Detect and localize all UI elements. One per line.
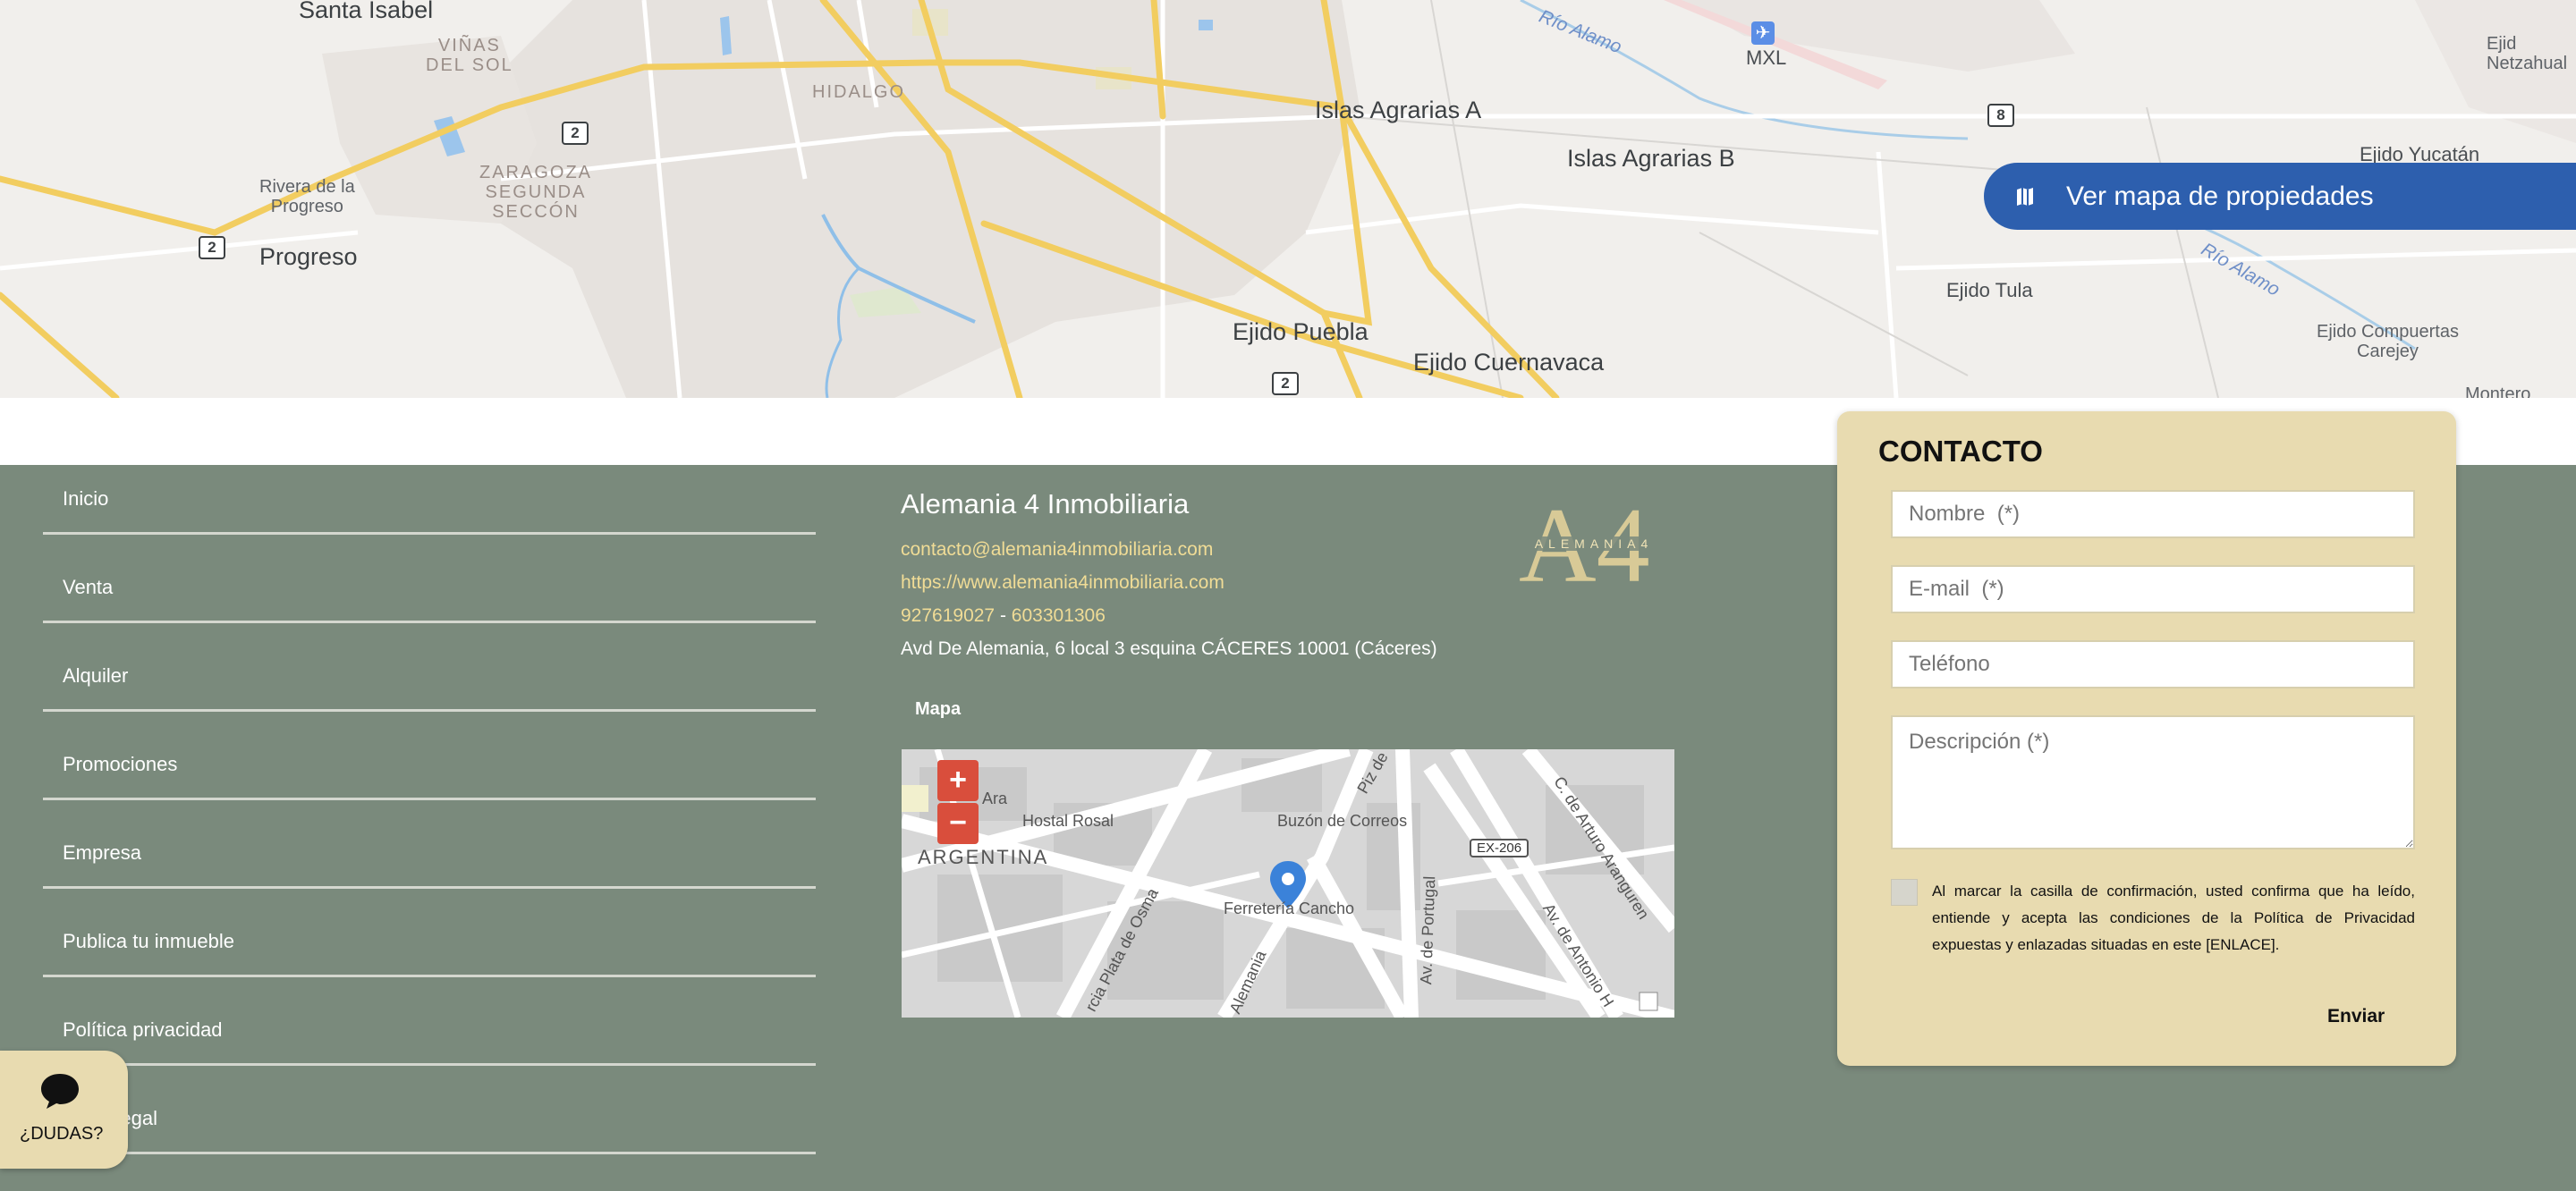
description-textarea[interactable] [1891, 715, 2415, 849]
zoom-out-button[interactable]: − [937, 803, 979, 844]
mini-map-label-ferreteria-cancho: Ferretería Cancho [1224, 900, 1355, 917]
nav-item-politica-privacidad[interactable]: Política privacidad [43, 977, 816, 1066]
mini-map-label-ara: Ara [982, 790, 1008, 807]
view-properties-map-label: Ver mapa de propiedades [2066, 181, 2374, 211]
map-label-vinas-del-sol: VIÑAS DEL SOL [426, 36, 513, 75]
company-email-link[interactable]: contacto@alemania4inmobiliaria.com [901, 539, 1213, 560]
map-label-ejido-cuernavaca: Ejido Cuernavaca [1413, 349, 1605, 376]
zoom-in-button[interactable]: + [937, 760, 979, 801]
mini-map-label-buzon-de-correos: Buzón de Correos [1277, 812, 1408, 830]
airport-icon: ✈ [1751, 21, 1775, 45]
mini-map-label-hostal-rosal: Hostal Rosal [1022, 812, 1114, 830]
nav-item-inicio[interactable]: Inicio [43, 465, 816, 535]
location-mini-map[interactable]: Ara Hostal Rosal ARGENTINA Buzón de Corr… [902, 749, 1674, 1018]
chat-widget-label: ¿DUDAS? [20, 1124, 104, 1144]
phone-input[interactable] [1891, 640, 2415, 688]
map-label-rivera-de-la-progreso: Rivera de la Progreso [259, 177, 355, 216]
phone-separator: - [995, 605, 1012, 626]
map-label-hidalgo: HIDALGO [812, 82, 906, 102]
footer-nav: Inicio Venta Alquiler Promociones Empres… [43, 465, 816, 1154]
chat-widget-button[interactable]: ¿DUDAS? [0, 1051, 128, 1169]
mini-map-label-av-de-portugal: Av. de Portugal [1417, 875, 1439, 985]
nav-item-alquiler[interactable]: Alquiler [43, 623, 816, 712]
map-label-ejido-compuertas: Ejido Compuertas Carejey [2317, 322, 2459, 361]
mini-map-label-argentina: ARGENTINA [918, 846, 1049, 868]
road-shield-ex206: EX-206 [1470, 839, 1530, 857]
map-icon [2017, 187, 2033, 206]
map-label-islas-agrarias-b: Islas Agrarias B [1567, 145, 1735, 172]
map-label-islas-agrarias-a: Islas Agrarias A [1315, 97, 1482, 123]
highway-shield-8: 8 [1987, 104, 2014, 127]
map-label-ejido-puebla: Ejido Puebla [1233, 318, 1368, 345]
mini-map-heading: Mapa [915, 699, 962, 719]
map-label-santa-isabel: Santa Isabel [299, 0, 434, 23]
view-properties-map-button[interactable]: Ver mapa de propiedades [1984, 163, 2576, 230]
name-input[interactable] [1891, 490, 2415, 538]
nav-item-empresa[interactable]: Empresa [43, 800, 816, 889]
chat-bubble-icon [41, 1074, 79, 1109]
company-address: Avd De Alemania, 6 local 3 esquina CÁCER… [901, 638, 1437, 659]
map-label-montero: Montero [2465, 384, 2531, 398]
company-phone-1-link[interactable]: 927619027 [901, 605, 995, 626]
contact-title: CONTACTO [1878, 435, 2043, 468]
map-label-ejido-netzahual: Ejid Netzahual [2487, 34, 2568, 73]
company-website-link[interactable]: https://www.alemania4inmobiliaria.com [901, 572, 1224, 593]
email-input[interactable] [1891, 565, 2415, 613]
nav-item-publica-tu-inmueble[interactable]: Publica tu inmueble [43, 889, 816, 977]
region-map[interactable]: Santa Isabel VIÑAS DEL SOL HIDALGO Rivera… [0, 0, 2576, 398]
privacy-consent-text: Al marcar la casilla de confirmación, us… [1932, 883, 2415, 953]
highway-shield-2: 2 [199, 236, 225, 259]
nav-item-venta[interactable]: Venta [43, 535, 816, 623]
logo-wordmark: ALEMANIA4 [1535, 536, 1654, 551]
map-label-mxl: MXL [1746, 46, 1787, 69]
company-phone-2-link[interactable]: 603301306 [1012, 605, 1106, 626]
map-label-ejido-tula: Ejido Tula [1946, 279, 2033, 301]
privacy-consent-checkbox[interactable] [1891, 879, 1918, 906]
send-button[interactable]: Enviar [2327, 1006, 2385, 1027]
contact-form-panel: CONTACTO Al marcar la casilla de confirm… [1837, 411, 2456, 1066]
map-label-progreso: Progreso [259, 243, 358, 270]
highway-shield-2: 2 [562, 122, 589, 145]
company-logo: A4 ALEMANIA4 [1512, 490, 1677, 593]
map-label-zaragoza: ZARAGOZA SEGUNDA SECCÓN [479, 163, 593, 222]
nav-item-aviso-legal[interactable]: Aviso legal [43, 1066, 816, 1154]
nav-item-promociones[interactable]: Promociones [43, 712, 816, 800]
highway-shield-2: 2 [1272, 372, 1299, 395]
